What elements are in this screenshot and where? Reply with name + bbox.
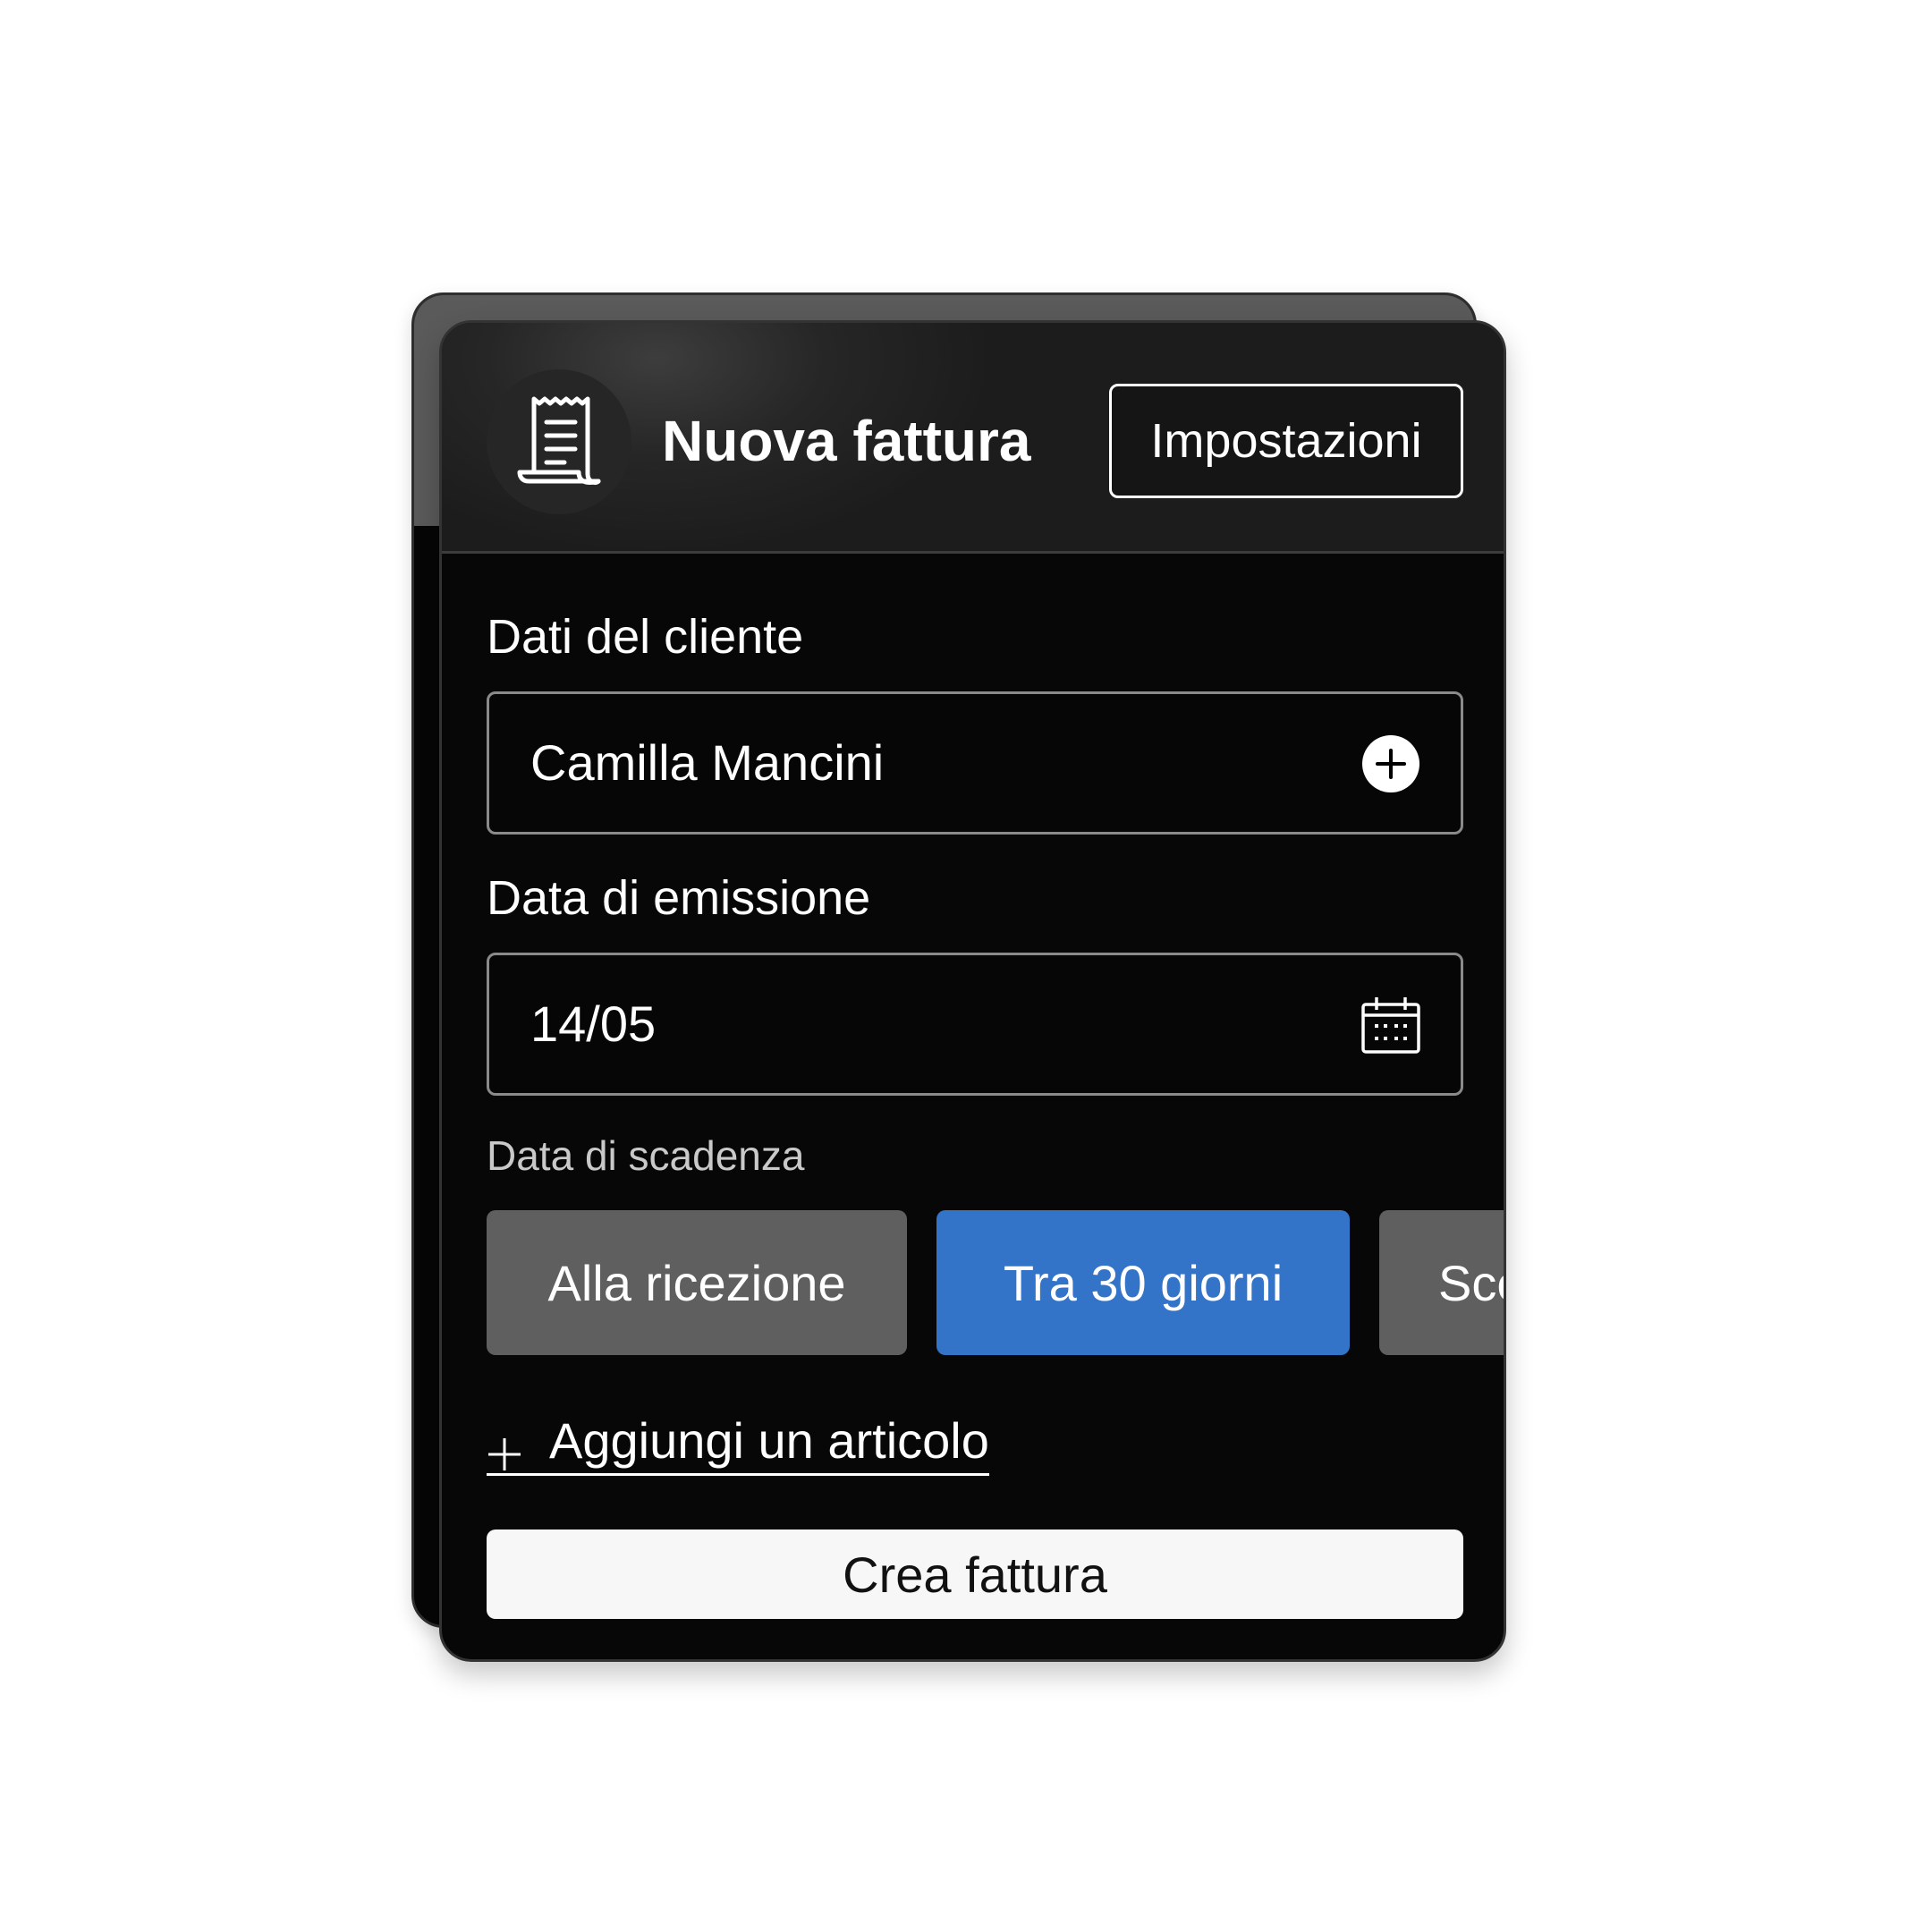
due-option-30-days[interactable]: Tra 30 giorni xyxy=(936,1210,1350,1355)
issue-date-label: Data di emissione xyxy=(487,871,871,925)
invoice-card: Nuova fattura Impostazioni Dati del clie… xyxy=(439,320,1506,1662)
plus-icon xyxy=(487,1423,522,1470)
due-option-custom[interactable]: Sce xyxy=(1379,1210,1504,1355)
due-option-on-receipt[interactable]: Alla ricezione xyxy=(487,1210,907,1355)
issue-date-field[interactable]: 14/05 xyxy=(487,953,1463,1096)
card-header: Nuova fattura Impostazioni xyxy=(442,323,1504,554)
client-field[interactable]: Camilla Mancini xyxy=(487,691,1463,835)
page-title: Nuova fattura xyxy=(662,409,1031,473)
settings-button[interactable]: Impostazioni xyxy=(1109,384,1463,498)
create-invoice-button[interactable]: Crea fattura xyxy=(487,1530,1463,1619)
add-item-link[interactable]: Aggiungi un articolo xyxy=(487,1409,989,1476)
issue-date-value: 14/05 xyxy=(530,996,657,1052)
due-date-label: Data di scadenza xyxy=(487,1132,805,1179)
receipt-icon xyxy=(487,369,631,514)
plus-circle-icon[interactable] xyxy=(1360,733,1421,794)
client-label: Dati del cliente xyxy=(487,610,804,664)
add-item-label: Aggiungi un articolo xyxy=(549,1412,989,1469)
calendar-icon[interactable] xyxy=(1360,995,1421,1055)
client-value: Camilla Mancini xyxy=(530,734,885,791)
stage: Nuova fattura Impostazioni Dati del clie… xyxy=(0,0,1932,1932)
